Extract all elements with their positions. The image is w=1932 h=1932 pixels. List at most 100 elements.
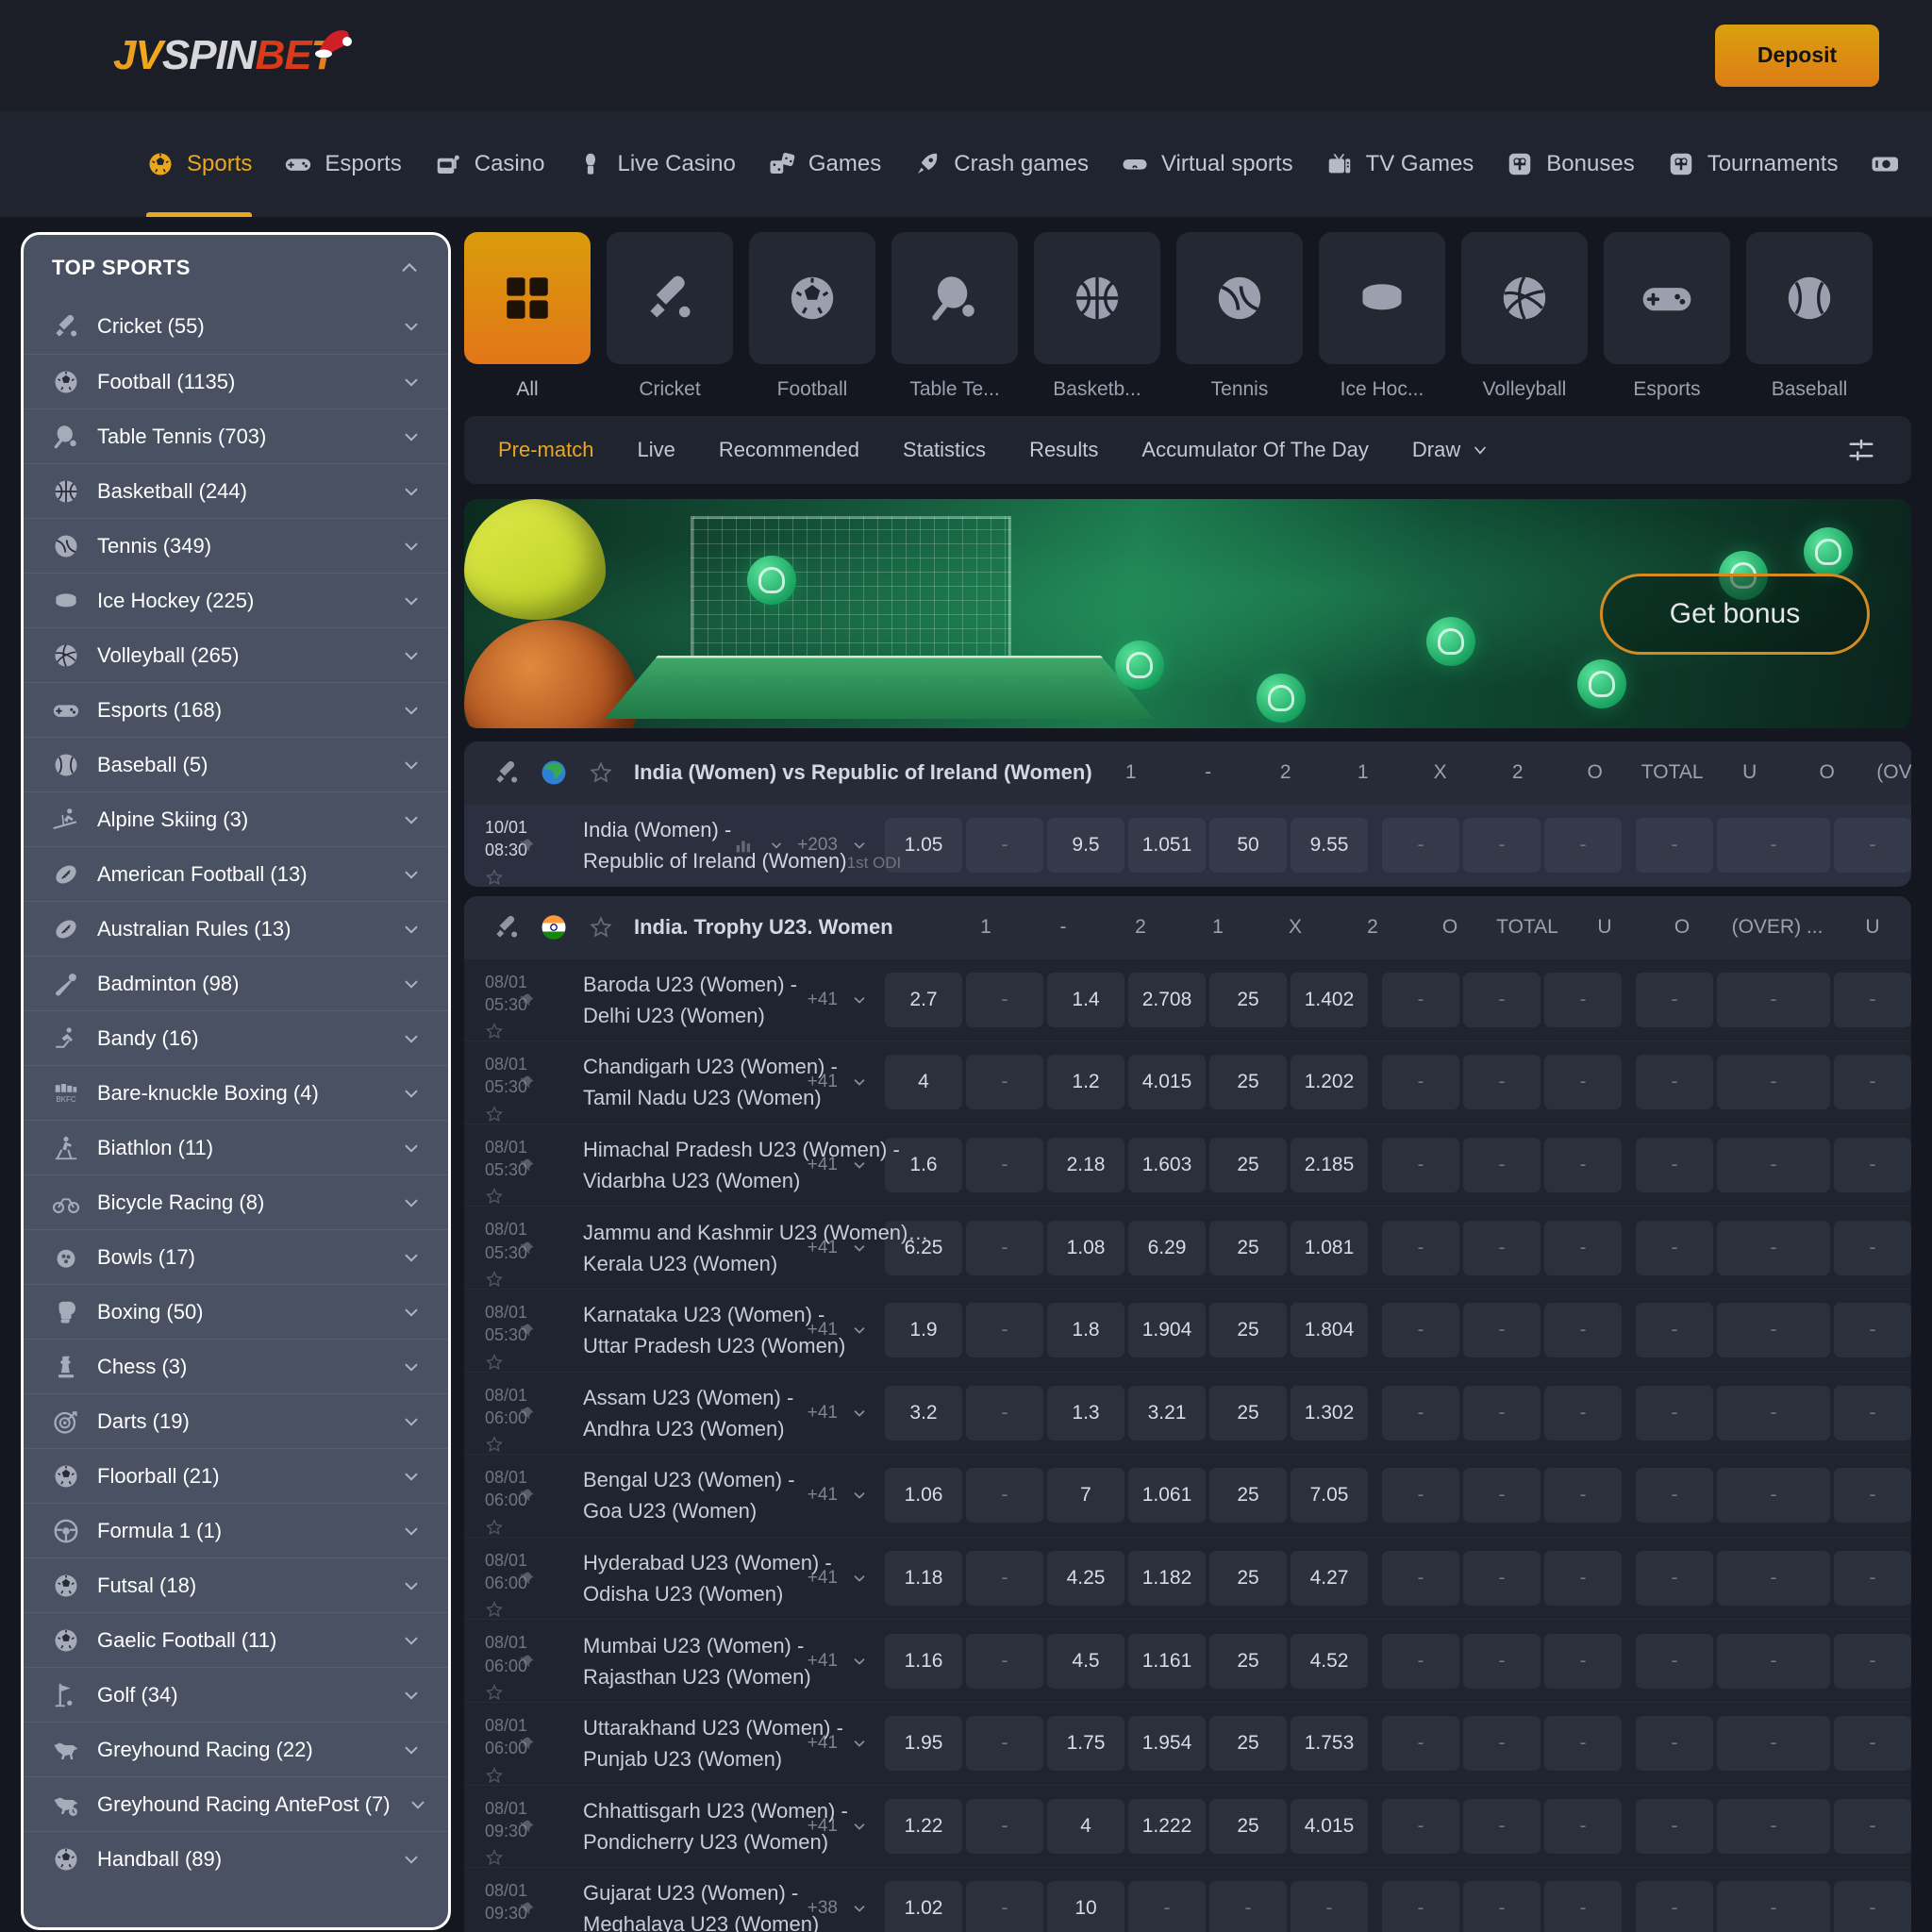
odds-cell[interactable]: - [1717, 818, 1830, 874]
odds-cell[interactable]: - [1834, 1468, 1911, 1524]
odds-cell[interactable]: - [1544, 1055, 1622, 1110]
odds-cell[interactable]: - [966, 1468, 1043, 1524]
odds-cell[interactable]: - [1544, 1881, 1622, 1932]
odds-cell[interactable]: 1.18 [885, 1551, 962, 1607]
chevron-down-icon[interactable] [401, 1192, 422, 1213]
odds-cell[interactable]: 25 [1209, 1138, 1287, 1193]
sport-tab-volleyball[interactable]: Volleyball [1461, 232, 1588, 401]
odds-cell[interactable]: - [1382, 1633, 1459, 1689]
nav-item-partial[interactable] [1854, 110, 1910, 217]
odds-cell[interactable]: 1.08 [1047, 1220, 1124, 1275]
match-row[interactable]: 08/01 06:00 Uttarakhand U23 (Women) - Punja… [464, 1701, 1911, 1785]
filter-recommended[interactable]: Recommended [719, 438, 859, 462]
chevron-up-icon[interactable] [399, 258, 420, 278]
odds-cell[interactable]: 1.2 [1047, 1055, 1124, 1110]
odds-cell[interactable]: - [1834, 1220, 1911, 1275]
filter-pre-match[interactable]: Pre-match [498, 438, 593, 462]
sidebar-item-gaelic-football[interactable]: Gaelic Football (11) [24, 1612, 448, 1667]
odds-cell[interactable]: - [1717, 1551, 1830, 1607]
odds-cell[interactable]: - [1544, 1633, 1622, 1689]
sidebar-item-american-football[interactable]: American Football (13) [24, 846, 448, 901]
odds-cell[interactable]: - [1544, 1220, 1622, 1275]
odds-cell[interactable]: 3.2 [885, 1385, 962, 1441]
nav-item-tv-games[interactable]: TV Games [1309, 110, 1491, 217]
odds-cell[interactable]: 7.05 [1291, 1468, 1368, 1524]
get-bonus-button[interactable]: Get bonus [1600, 573, 1870, 655]
odds-cell[interactable]: - [1544, 1303, 1622, 1358]
odds-cell[interactable]: 25 [1209, 1385, 1287, 1441]
odds-cell[interactable]: - [966, 1055, 1043, 1110]
sidebar-item-formula-1[interactable]: Formula 1 (1) [24, 1503, 448, 1557]
odds-cell[interactable]: 4.52 [1291, 1633, 1368, 1689]
filter-live[interactable]: Live [637, 438, 675, 462]
odds-cell[interactable]: 25 [1209, 1055, 1287, 1110]
odds-cell[interactable]: - [1717, 1385, 1830, 1441]
sidebar-item-cricket[interactable]: Cricket (55) [24, 299, 448, 354]
match-row[interactable]: 08/01 06:00 Bengal U23 (Women) - Goa U23 (W… [464, 1454, 1911, 1537]
odds-cell[interactable]: 25 [1209, 1468, 1287, 1524]
odds-cell[interactable]: 4.015 [1128, 1055, 1206, 1110]
odds-cell[interactable]: - [1544, 1716, 1622, 1772]
odds-cell[interactable]: - [1717, 1716, 1830, 1772]
chevron-down-icon[interactable] [401, 481, 422, 502]
chevron-down-icon[interactable] [401, 536, 422, 557]
chevron-down-icon[interactable] [401, 1685, 422, 1706]
chevron-down-icon[interactable] [401, 1740, 422, 1760]
odds-cell[interactable]: 1.904 [1128, 1303, 1206, 1358]
odds-cell[interactable]: - [1382, 1716, 1459, 1772]
odds-cell[interactable]: 1.16 [885, 1633, 962, 1689]
sidebar-item-floorball[interactable]: Floorball (21) [24, 1448, 448, 1503]
odds-cell[interactable]: 1.02 [885, 1881, 962, 1932]
match-row[interactable]: 08/01 05:30 Chandigarh U23 (Women) - Tamil … [464, 1041, 1911, 1124]
chevron-down-icon[interactable] [401, 426, 422, 447]
odds-cell[interactable]: - [1463, 1468, 1541, 1524]
nav-item-bonuses[interactable]: Bonuses [1490, 110, 1650, 217]
extra-markets-count[interactable]: +41 [808, 1651, 838, 1672]
match-row[interactable]: 08/01 05:30 Himachal Pradesh U23 (Women) -… [464, 1123, 1911, 1207]
group-header[interactable]: India (Women) vs Republic of Ireland (Wo… [464, 741, 1911, 804]
sidebar-item-alpine-skiing[interactable]: Alpine Skiing (3) [24, 791, 448, 846]
sidebar-item-ice-hockey[interactable]: Ice Hockey (225) [24, 573, 448, 627]
chevron-down-icon[interactable] [401, 919, 422, 940]
sidebar-item-bandy[interactable]: Bandy (16) [24, 1010, 448, 1065]
sidebar-item-tennis[interactable]: Tennis (349) [24, 518, 448, 573]
odds-cell[interactable]: - [1636, 1303, 1713, 1358]
chevron-down-icon[interactable] [851, 1653, 868, 1670]
site-logo[interactable]: JVSPINBET [113, 29, 352, 76]
odds-cell[interactable]: 25 [1209, 972, 1287, 1027]
odds-cell[interactable]: - [1463, 1881, 1541, 1932]
odds-cell[interactable]: - [1636, 1633, 1713, 1689]
odds-cell[interactable]: 1.051 [1128, 818, 1206, 874]
odds-cell[interactable]: - [1717, 1303, 1830, 1358]
nav-item-virtual-sports[interactable]: Virtual sports [1105, 110, 1309, 217]
deposit-button[interactable]: Deposit [1715, 24, 1879, 87]
filter-statistics[interactable]: Statistics [903, 438, 986, 462]
odds-cell[interactable]: - [1382, 1798, 1459, 1854]
odds-cell[interactable]: - [1636, 1385, 1713, 1441]
odds-cell[interactable]: - [1382, 1303, 1459, 1358]
sidebar-item-biathlon[interactable]: Biathlon (11) [24, 1120, 448, 1174]
odds-cell[interactable]: 1.75 [1047, 1716, 1124, 1772]
nav-item-sports[interactable]: Sports [130, 110, 268, 217]
sidebar-item-boxing[interactable]: Boxing (50) [24, 1284, 448, 1339]
odds-cell[interactable]: 2.708 [1128, 972, 1206, 1027]
odds-cell[interactable]: - [1717, 1633, 1830, 1689]
odds-cell[interactable]: - [1834, 1303, 1911, 1358]
nav-item-live-casino[interactable]: Live Casino [560, 110, 751, 217]
sidebar-item-darts[interactable]: Darts (19) [24, 1393, 448, 1448]
chevron-down-icon[interactable] [401, 1357, 422, 1377]
odds-cell[interactable]: - [1463, 1385, 1541, 1441]
chevron-down-icon[interactable] [401, 1083, 422, 1104]
odds-cell[interactable]: 9.5 [1047, 818, 1124, 874]
chevron-down-icon[interactable] [408, 1794, 428, 1815]
odds-cell[interactable]: - [1463, 1138, 1541, 1193]
odds-cell[interactable]: - [966, 1138, 1043, 1193]
odds-cell[interactable]: 4.015 [1291, 1798, 1368, 1854]
sidebar-item-baseball[interactable]: Baseball (5) [24, 737, 448, 791]
odds-cell[interactable]: 3.21 [1128, 1385, 1206, 1441]
odds-cell[interactable]: - [1636, 1551, 1713, 1607]
promo-banner[interactable]: Get bonus [464, 499, 1911, 728]
odds-cell[interactable]: - [1717, 972, 1830, 1027]
odds-cell[interactable]: - [966, 972, 1043, 1027]
sport-tab-football[interactable]: Football [749, 232, 875, 401]
